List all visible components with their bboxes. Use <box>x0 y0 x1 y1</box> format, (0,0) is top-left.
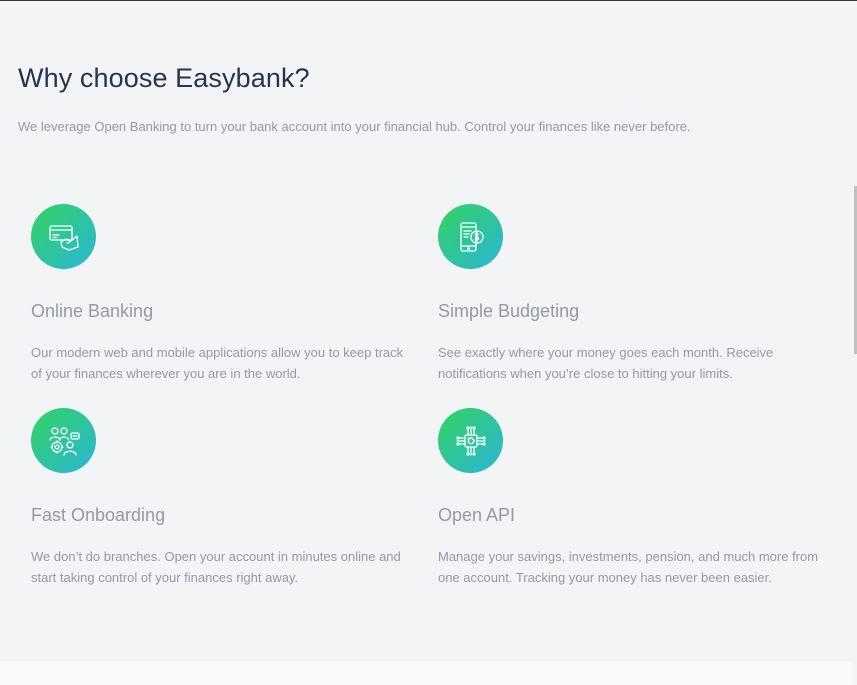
section-intro: We leverage Open Banking to turn your ba… <box>18 119 691 134</box>
feature-description: Our modern web and mobile applications a… <box>31 345 404 381</box>
next-section <box>0 661 852 685</box>
feature-online-banking: Online Banking Our modern web and mobile… <box>31 204 421 381</box>
feature-simple-budgeting: Simple Budgeting See exactly where your … <box>438 204 828 381</box>
feature-title: Open API <box>438 505 516 525</box>
feature-description: We don’t do branches. Open your account … <box>31 549 401 585</box>
feature-title: Simple Budgeting <box>438 301 580 321</box>
feature-description: Manage your savings, investments, pensio… <box>438 549 819 585</box>
feature-title: Fast Onboarding <box>31 505 166 525</box>
open-api-icon <box>438 408 503 473</box>
feature-description: See exactly where your money goes each m… <box>438 345 774 381</box>
simple-budgeting-icon <box>438 204 503 269</box>
feature-fast-onboarding: Fast Onboarding We don’t do branches. Op… <box>31 408 421 585</box>
online-banking-icon <box>31 204 96 269</box>
fast-onboarding-icon <box>31 408 96 473</box>
feature-open-api: Open API Manage your savings, investment… <box>438 408 828 585</box>
feature-title: Online Banking <box>31 301 154 321</box>
section-heading: Why choose Easybank? <box>18 63 310 93</box>
